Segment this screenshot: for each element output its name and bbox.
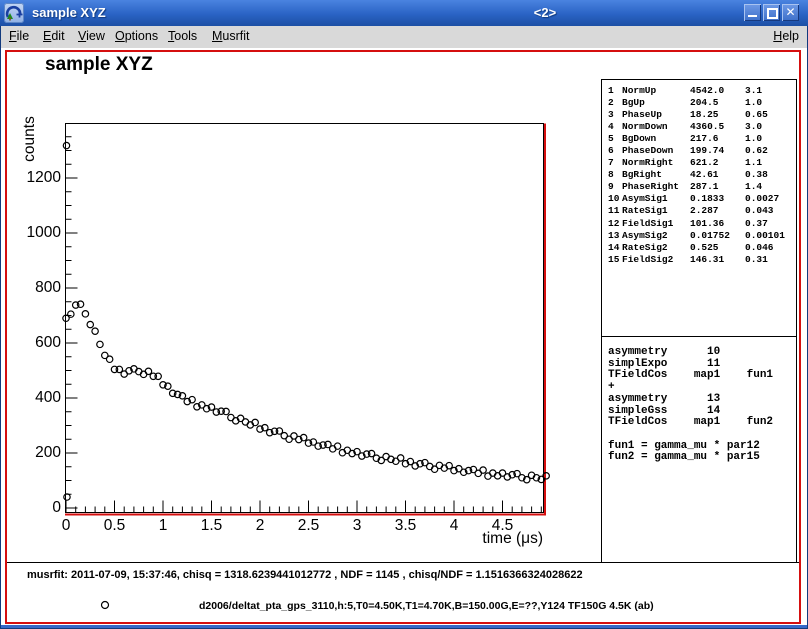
x-tick-label: 2 <box>240 517 280 535</box>
data-point <box>480 467 486 473</box>
data-point <box>63 142 69 148</box>
data-point <box>82 311 88 317</box>
x-tick-label: 0.5 <box>95 517 135 535</box>
legend-marker-icon <box>102 602 109 609</box>
legend-text: d2006/deltat_pta_gps_3110,h:5,T0=4.50K,T… <box>199 600 654 612</box>
parameter-row: 4NormDown4360.53.0 <box>602 121 796 133</box>
root-canvas[interactable]: sample XYZ counts time (μs) 1NormUp4542.… <box>5 50 801 624</box>
data-point <box>397 455 403 461</box>
y-tick-label: 600 <box>15 334 61 352</box>
parameter-row: 6PhaseDown199.740.62 <box>602 145 796 157</box>
parameter-rows: 1NormUp4542.03.12BgUp204.51.03PhaseUp18.… <box>602 85 796 266</box>
parameter-row: 3PhaseUp18.250.65 <box>602 109 796 121</box>
x-tick-label: 1.5 <box>192 517 232 535</box>
menu-item-options[interactable]: Options <box>115 29 158 43</box>
menu-item-edit[interactable]: Edit <box>43 29 65 43</box>
title-bar[interactable]: sample XYZ <2> ✕ <box>0 0 808 26</box>
x-tick-label: 3.5 <box>386 517 426 535</box>
fit-info-text: musrfit: 2011-07-09, 15:37:46, chisq = 1… <box>27 569 583 581</box>
parameter-row: 14RateSig20.5250.046 <box>602 242 796 254</box>
data-point <box>106 356 112 362</box>
parameter-row: 2BgUp204.51.0 <box>602 97 796 109</box>
root-logo-icon <box>4 3 24 23</box>
close-button[interactable]: ✕ <box>782 4 799 21</box>
y-tick-label: 200 <box>15 444 61 462</box>
window-title: sample XYZ <box>32 5 106 20</box>
data-point <box>87 321 93 327</box>
y-tick-label: 1000 <box>15 224 61 242</box>
x-tick-label: 4 <box>434 517 474 535</box>
data-point <box>64 494 70 500</box>
menu-bar: Help File Edit View Options Tools Musrfit <box>1 26 807 49</box>
parameter-row: 1NormUp4542.03.1 <box>602 85 796 97</box>
y-tick-label: 0 <box>15 499 61 517</box>
x-tick-label: 2.5 <box>289 517 329 535</box>
minimize-button[interactable] <box>744 4 761 21</box>
data-point <box>68 311 74 317</box>
theory-box[interactable]: asymmetry 10 simplExpo 11 TFieldCos map1… <box>601 336 797 563</box>
y-axis-label: counts <box>21 109 39 169</box>
y-tick-label: 1200 <box>15 169 61 187</box>
x-tick-label: 4.5 <box>483 517 523 535</box>
parameter-row: 8BgRight42.610.38 <box>602 169 796 181</box>
menu-item-help[interactable]: Help <box>773 29 799 43</box>
parameter-row: 10AsymSig10.18330.0027 <box>602 193 796 205</box>
minimize-icon <box>748 15 757 17</box>
plot-frame <box>66 124 544 513</box>
y-tick-label: 400 <box>15 389 61 407</box>
menu-item-musrfit[interactable]: Musrfit <box>212 29 250 43</box>
parameter-row: 11RateSig12.2870.043 <box>602 205 796 217</box>
parameter-row: 13AsymSig20.017520.00101 <box>602 230 796 242</box>
plot-title: sample XYZ <box>45 54 153 76</box>
maximize-button[interactable] <box>763 4 780 21</box>
parameter-row: 15FieldSig2146.310.31 <box>602 254 796 266</box>
data-point <box>97 341 103 347</box>
menu-item-file[interactable]: File <box>9 29 29 43</box>
parameter-row: 5BgDown217.61.0 <box>602 133 796 145</box>
maximize-icon <box>767 8 778 19</box>
root-app-icon <box>4 3 24 23</box>
window-canvas-number: <2> <box>500 5 590 20</box>
x-tick-label: 0 <box>46 517 86 535</box>
theory-text: asymmetry 10 simplExpo 11 TFieldCos map1… <box>608 347 773 464</box>
parameter-row: 9PhaseRight287.11.4 <box>602 181 796 193</box>
footer-divider <box>7 562 799 563</box>
close-icon: ✕ <box>782 5 799 19</box>
menu-item-view[interactable]: View <box>78 29 105 43</box>
parameter-box[interactable]: 1NormUp4542.03.12BgUp204.51.03PhaseUp18.… <box>601 79 797 337</box>
y-tick-label: 800 <box>15 279 61 297</box>
parameter-row: 7NormRight621.21.1 <box>602 157 796 169</box>
x-tick-label: 1 <box>143 517 183 535</box>
parameter-row: 12FieldSig1101.360.37 <box>602 218 796 230</box>
app-window: sample XYZ <2> ✕ Help File Edit View Option… <box>0 0 808 629</box>
menu-item-tools[interactable]: Tools <box>168 29 197 43</box>
x-tick-label: 3 <box>337 517 377 535</box>
data-point <box>92 328 98 334</box>
